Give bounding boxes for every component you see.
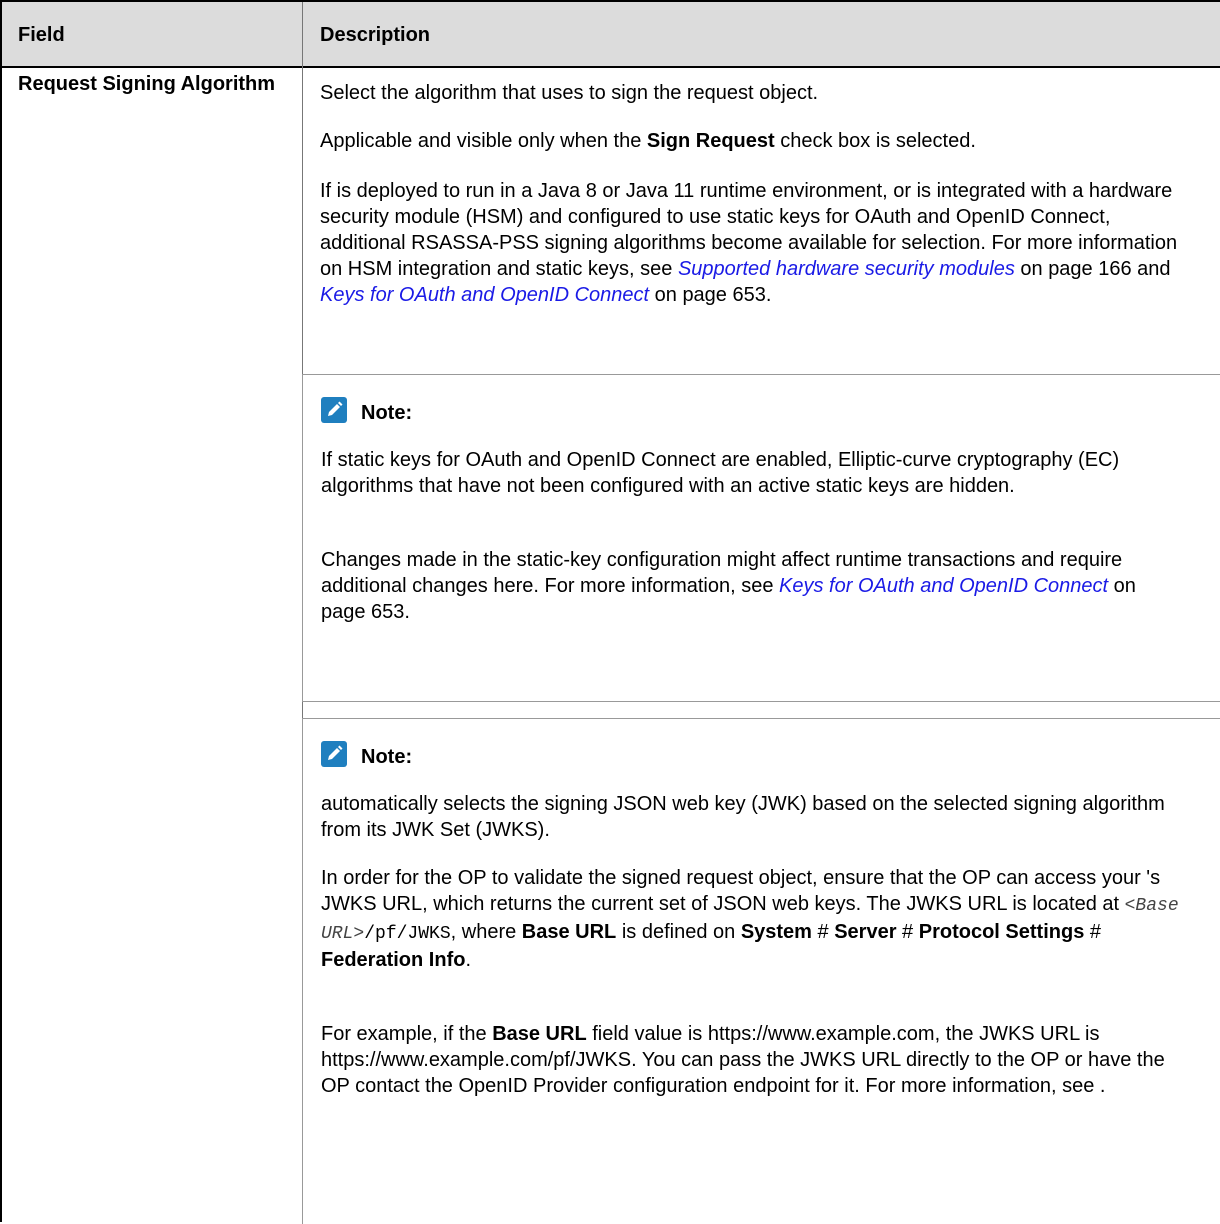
link-supported-hsm[interactable]: Supported hardware security modules bbox=[678, 258, 1015, 280]
menu-sep: # bbox=[811, 921, 835, 943]
jwks-path: /pf/JWKS bbox=[364, 924, 451, 944]
note-title: Note: bbox=[361, 402, 413, 424]
note-title: Note: bbox=[361, 746, 413, 768]
desc-paragraph-2: Applicable and visible only when the Sig… bbox=[320, 128, 1210, 154]
p3-end: on page 653. bbox=[649, 284, 772, 306]
note2-p2-defined: is defined on bbox=[616, 921, 741, 943]
menu-path-system: System bbox=[740, 921, 812, 943]
p2-bold: Sign Request bbox=[646, 130, 775, 152]
menu-sep: # bbox=[1084, 921, 1102, 943]
parameter-table: Field Description Request Signing Algori… bbox=[0, 0, 1220, 1224]
note2-p2-where: , where bbox=[450, 921, 522, 943]
note1-paragraph-1: If static keys for OAuth and OpenID Conn… bbox=[321, 449, 1120, 497]
note2-paragraph-2: In order for the OP to validate the sign… bbox=[321, 865, 1201, 973]
desc-paragraph-3: If is deployed to run in a Java 8 or Jav… bbox=[320, 178, 1200, 308]
note-header: Note: bbox=[321, 397, 412, 427]
desc-paragraph-1: Select the algorithm that uses to sign t… bbox=[320, 82, 819, 104]
header-description: Description bbox=[320, 24, 431, 46]
note2-p2-bold-base-url: Base URL bbox=[521, 921, 617, 943]
header-field: Field bbox=[18, 24, 65, 46]
table-header-row: Field Description bbox=[2, 2, 1220, 68]
edit-pencil-icon bbox=[321, 397, 347, 423]
p2-pre: Applicable and visible only when the bbox=[320, 130, 647, 152]
p3-mid: on page 166 and bbox=[1014, 258, 1171, 280]
note2-paragraph-3: For example, if the Base URL field value… bbox=[321, 1021, 1191, 1099]
link-keys-oauth-oidc-2[interactable]: Keys for OAuth and OpenID Connect bbox=[779, 575, 1108, 597]
note2-paragraph-1: automatically selects the signing JSON w… bbox=[321, 793, 1165, 841]
note-box-static-keys: Note: If static keys for OAuth and OpenI… bbox=[302, 374, 1220, 702]
note2-p3-bold: Base URL bbox=[492, 1023, 587, 1045]
menu-path-protocol-settings: Protocol Settings bbox=[918, 921, 1085, 943]
note2-p3-pre: For example, if the bbox=[321, 1023, 493, 1045]
note-box-jwks: Note: automatically selects the signing … bbox=[302, 718, 1220, 1224]
menu-path-server: Server bbox=[834, 921, 897, 943]
note2-p2-end: . bbox=[465, 949, 472, 971]
p2-post: check box is selected. bbox=[774, 130, 976, 152]
note1-paragraph-2: Changes made in the static-key configura… bbox=[321, 547, 1181, 625]
note2-p2-text: In order for the OP to validate the sign… bbox=[321, 867, 1161, 915]
menu-path-federation-info: Federation Info bbox=[321, 949, 466, 971]
link-keys-oauth-oidc[interactable]: Keys for OAuth and OpenID Connect bbox=[320, 284, 649, 306]
note-header: Note: bbox=[321, 741, 412, 771]
edit-pencil-icon bbox=[321, 741, 347, 767]
menu-sep: # bbox=[896, 921, 919, 943]
field-name-request-signing-algorithm: Request Signing Algorithm bbox=[18, 73, 276, 95]
